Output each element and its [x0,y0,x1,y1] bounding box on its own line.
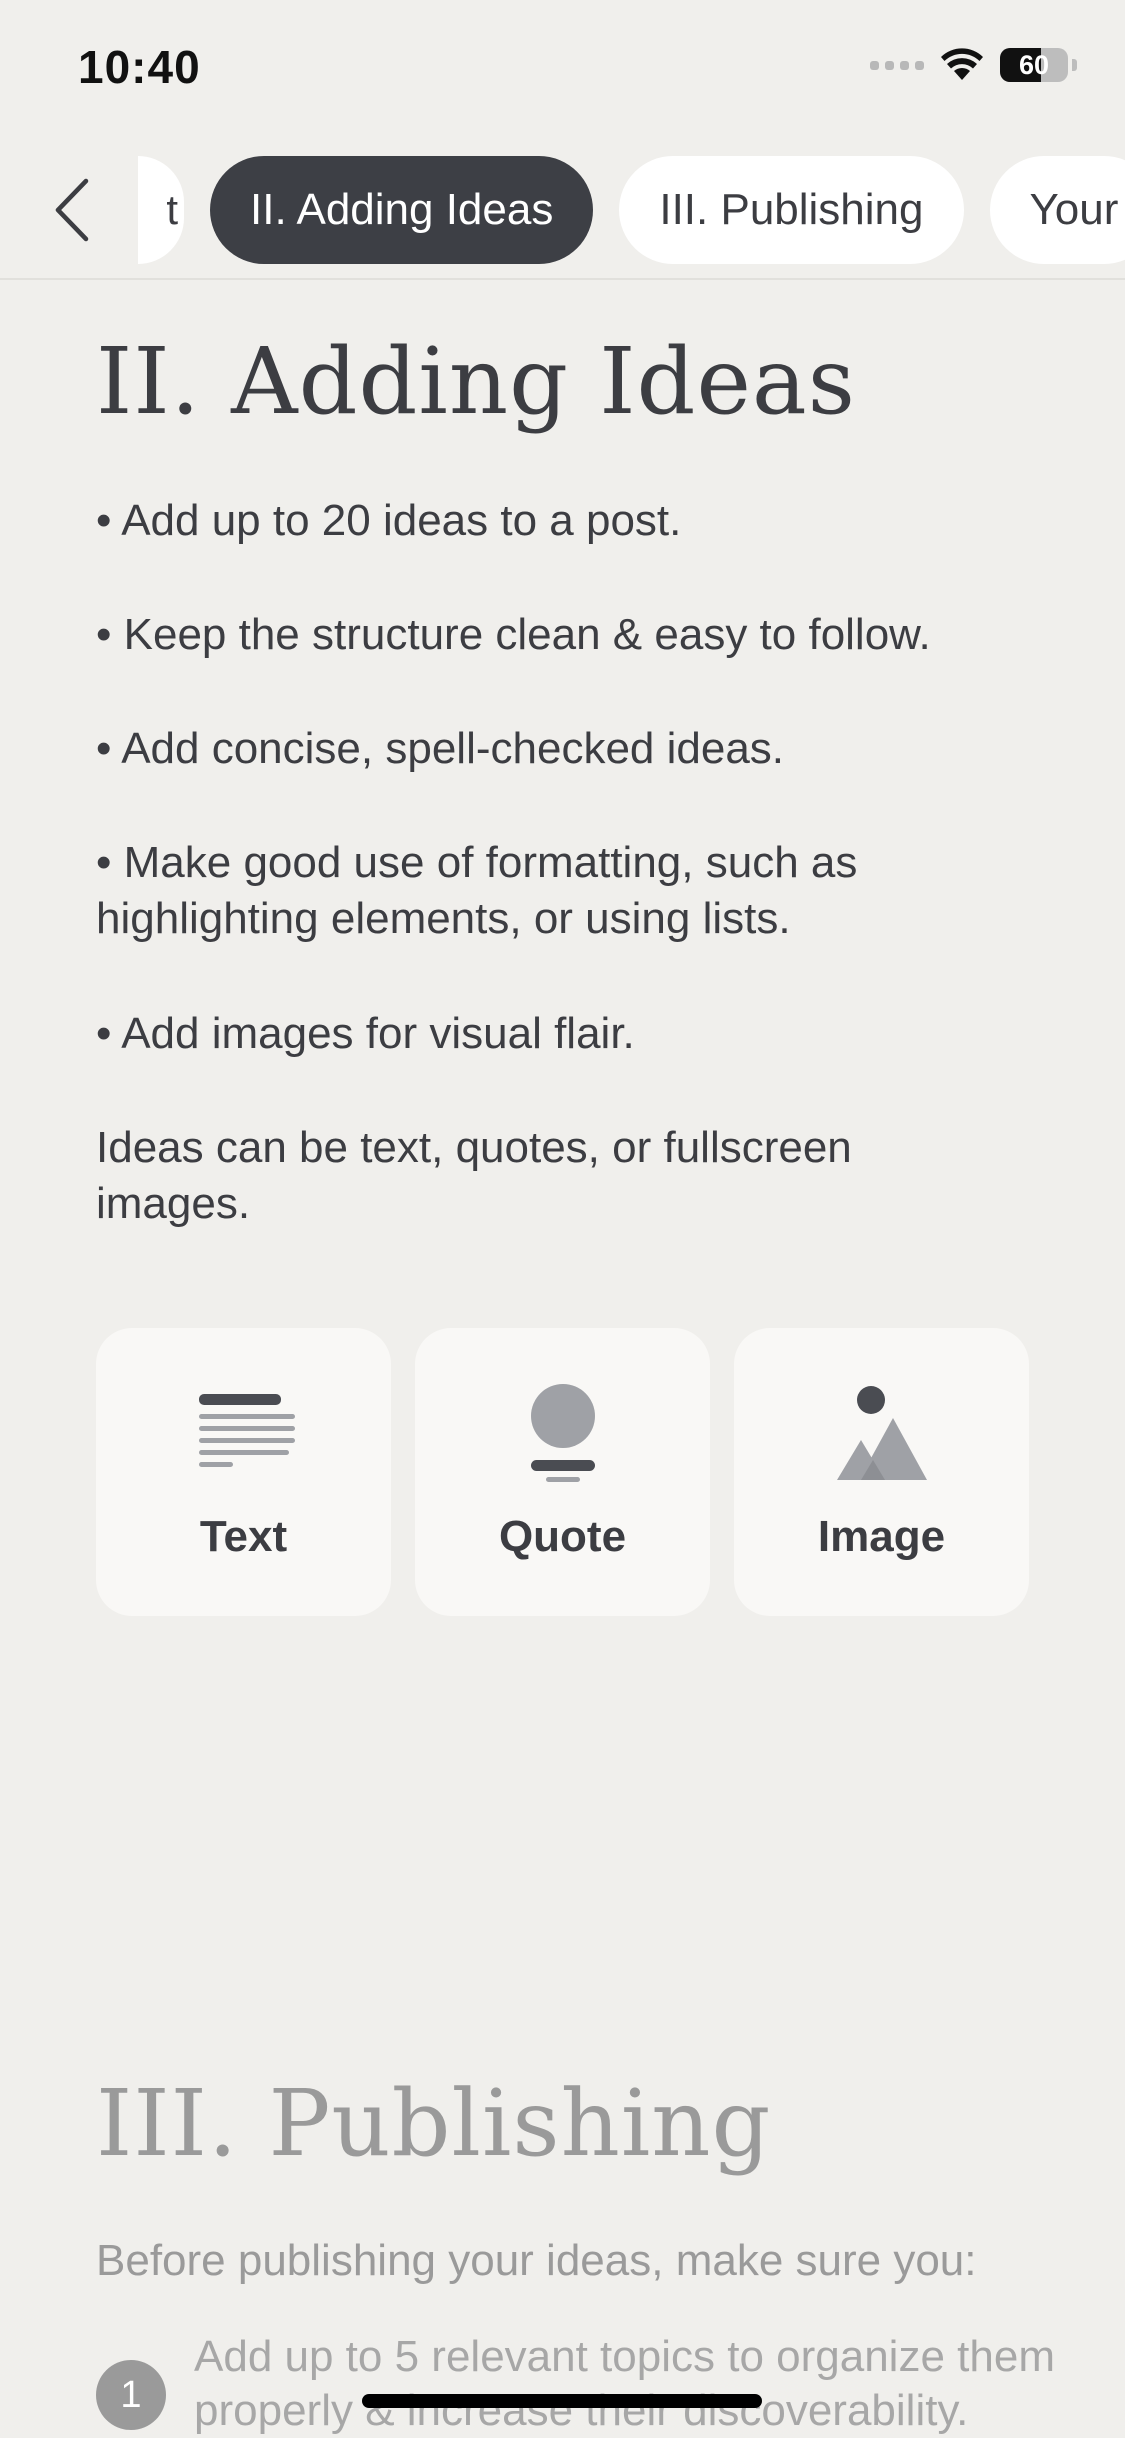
section-tab-bar: t II. Adding Ideas III. Publishing Your [0,140,1125,280]
list-item-text: Add up to 5 relevant topics to organize … [194,2330,1106,2438]
status-time: 10:40 [78,40,201,94]
status-indicators: 60 [870,48,1077,82]
idea-type-text-button[interactable]: Text [96,1328,391,1616]
text-lines-icon [189,1384,299,1484]
tab-publishing[interactable]: III. Publishing [619,156,963,264]
tab-label: III. Publishing [659,185,923,235]
home-indicator[interactable] [362,2394,762,2408]
tab-your[interactable]: Your [990,156,1125,264]
idea-type-quote-button[interactable]: Quote [415,1328,710,1616]
tab-previous-partial[interactable]: t [138,156,184,264]
tab-adding-ideas[interactable]: II. Adding Ideas [210,156,593,264]
status-bar: 10:40 60 [0,0,1125,140]
publishing-intro: Before publishing your ideas, make sure … [96,2233,1056,2289]
chevron-left-icon [52,177,92,243]
bullet-item: • Add concise, spell-checked ideas. [96,721,1056,777]
section-title-adding-ideas: II. Adding Ideas [96,328,856,435]
cellular-signal-icon [870,61,924,70]
tab-label: t [166,186,178,234]
bullet-item: • Make good use of formatting, such as h… [96,835,996,947]
battery-level: 60 [1000,48,1068,82]
bullet-item: • Keep the structure clean & easy to fol… [96,607,1056,663]
bullet-item: • Add up to 20 ideas to a post. [96,493,1056,549]
tab-scroller[interactable]: t II. Adding Ideas III. Publishing Your [138,156,1125,264]
wifi-icon [940,48,984,82]
idea-type-label: Image [734,1512,1029,1562]
back-button[interactable] [40,170,104,250]
idea-type-image-button[interactable]: Image [734,1328,1029,1616]
section-title-publishing: III. Publishing [96,2070,771,2177]
quote-person-icon [508,1384,618,1484]
tab-label: Your [1030,185,1119,235]
battery-nub [1072,59,1077,71]
idea-type-label: Text [96,1512,391,1562]
ideas-summary: Ideas can be text, quotes, or fullscreen… [96,1120,916,1232]
bullet-item: • Add images for visual flair. [96,1006,1056,1062]
tab-label: II. Adding Ideas [250,185,553,235]
battery-icon: 60 [1000,48,1068,82]
list-item: 1 Add up to 5 relevant topics to organiz… [96,2330,1106,2438]
list-number-badge: 1 [96,2360,166,2430]
mountain-image-icon [827,1384,937,1484]
idea-type-label: Quote [415,1512,710,1562]
idea-type-options: Text Quote Image [96,1328,1029,1616]
